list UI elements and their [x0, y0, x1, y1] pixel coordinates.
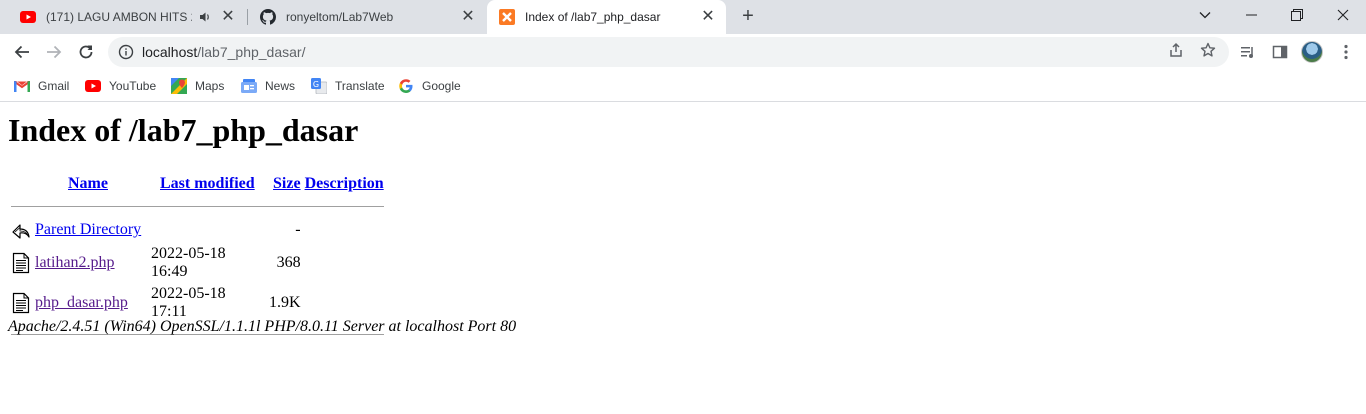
text-file-icon [12, 292, 30, 314]
sort-by-description-link[interactable]: Description [305, 175, 384, 192]
site-info-icon[interactable] [118, 44, 134, 60]
bookmark-label: YouTube [109, 79, 157, 93]
sort-by-size-link[interactable]: Size [273, 175, 301, 192]
sort-by-modified-link[interactable]: Last modified [160, 175, 255, 192]
gmail-icon [14, 78, 30, 94]
file-link[interactable]: php_dasar.php [35, 294, 128, 311]
share-icon[interactable] [1165, 39, 1187, 61]
description-cell [304, 284, 385, 322]
bookmark-gmail[interactable]: Gmail [14, 76, 69, 96]
bookmark-star-icon[interactable] [1197, 39, 1219, 61]
close-tab-icon[interactable]: ✕ [220, 9, 236, 25]
translate-icon: G [311, 78, 327, 94]
tab-search-icon[interactable] [1182, 0, 1228, 30]
bookmark-label: Translate [335, 79, 385, 93]
maps-icon [171, 78, 187, 94]
restore-button[interactable] [1274, 0, 1320, 30]
svg-text:G: G [313, 80, 319, 89]
news-icon [241, 78, 257, 94]
listing-header-row: Name Last modified Size Description [10, 174, 385, 194]
separator-row [10, 196, 385, 216]
size-cell: 368 [276, 254, 301, 271]
back-button[interactable] [9, 39, 35, 65]
bookmark-maps[interactable]: Maps [171, 76, 224, 96]
back-arrow-icon [14, 45, 29, 59]
bookmark-label: Google [422, 79, 461, 93]
text-file-icon [12, 252, 30, 274]
url-text: localhost/lab7_php_dasar/ [142, 44, 305, 60]
page-title: Index of /lab7_php_dasar [8, 112, 359, 148]
bookmark-youtube[interactable]: YouTube [85, 76, 156, 96]
menu-kebab-icon[interactable] [1335, 41, 1357, 63]
reload-button[interactable] [73, 39, 99, 65]
bookmark-label: Gmail [38, 79, 70, 93]
server-signature: Apache/2.4.51 (Win64) OpenSSL/1.1.1l PHP… [8, 318, 517, 335]
size-cell: 1.9K [269, 294, 301, 311]
description-cell [304, 244, 385, 282]
bookmark-google[interactable]: Google [398, 76, 461, 96]
table-row: Parent Directory - [10, 218, 385, 242]
profile-avatar[interactable] [1301, 41, 1323, 63]
speaker-icon[interactable] [198, 10, 212, 24]
minimize-button[interactable] [1228, 0, 1274, 30]
description-cell [304, 218, 385, 242]
bookmark-label: Maps [195, 79, 225, 93]
bookmark-label: News [265, 79, 296, 93]
new-tab-button[interactable]: + [736, 5, 760, 29]
divider [11, 205, 384, 207]
back-arrow-icon [12, 224, 30, 239]
github-icon [260, 9, 276, 25]
google-icon [398, 78, 414, 94]
bookmarks-bar: Gmail YouTube Maps News G Translate Goog… [0, 70, 1366, 102]
close-tab-icon[interactable]: ✕ [700, 9, 716, 25]
modified-cell: 2022-05-18 17:11 [151, 285, 226, 320]
modified-cell: 2022-05-18 16:49 [151, 245, 226, 280]
modified-cell [150, 218, 266, 242]
tab-title: Index of /lab7_php_dasar [525, 10, 661, 24]
close-tab-icon[interactable]: ✕ [460, 9, 476, 25]
forward-arrow-icon [47, 45, 62, 59]
forward-button[interactable] [41, 39, 67, 65]
tab-index-lab7[interactable]: Index of /lab7_php_dasar ✕ [487, 0, 726, 34]
parent-directory-link[interactable]: Parent Directory [35, 221, 141, 238]
page-content: Index of /lab7_php_dasar Name Last modif… [0, 102, 1366, 413]
file-link[interactable]: latihan2.php [35, 254, 115, 271]
url-path: /lab7_php_dasar/ [197, 44, 306, 60]
size-cell: - [295, 221, 301, 238]
youtube-icon [20, 9, 36, 25]
close-window-button[interactable] [1320, 0, 1366, 30]
xampp-icon [499, 9, 515, 25]
tab-title: (171) LAGU AMBON HITS 20 [46, 10, 192, 24]
table-row: latihan2.php 2022-05-18 16:49 368 [10, 244, 385, 282]
tab-github[interactable]: ronyeltom/Lab7Web ✕ [248, 0, 486, 34]
reload-icon [79, 45, 93, 59]
browser-toolbar: localhost/lab7_php_dasar/ [0, 34, 1366, 70]
youtube-icon [85, 78, 101, 94]
side-panel-icon[interactable] [1269, 41, 1291, 63]
icon-column-header [10, 174, 32, 194]
bookmark-news[interactable]: News [241, 76, 295, 96]
tab-youtube[interactable]: (171) LAGU AMBON HITS 20 ✕ [8, 0, 246, 34]
sort-by-name-link[interactable]: Name [68, 175, 108, 192]
media-control-icon[interactable] [1237, 41, 1259, 63]
address-bar[interactable]: localhost/lab7_php_dasar/ [108, 37, 1229, 67]
url-host: localhost [142, 44, 198, 60]
table-row: php_dasar.php 2022-05-18 17:11 1.9K [10, 284, 385, 322]
tab-title: ronyeltom/Lab7Web [286, 10, 394, 24]
bookmark-translate[interactable]: G Translate [311, 76, 385, 96]
tab-strip: (171) LAGU AMBON HITS 20 ✕ ronyeltom/Lab… [0, 0, 1366, 34]
